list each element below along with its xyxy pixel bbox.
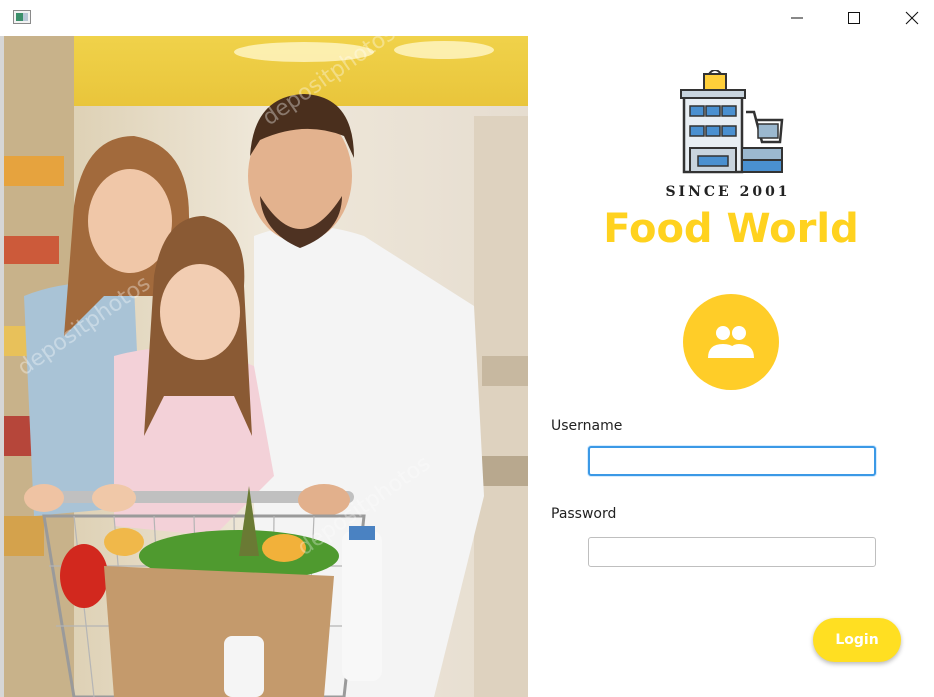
minimize-icon: [791, 17, 803, 19]
login-button[interactable]: Login: [813, 618, 901, 662]
brand-since: SINCE 2001: [665, 184, 791, 200]
close-button[interactable]: [889, 0, 934, 36]
brand-name: Food World: [603, 206, 859, 252]
close-icon: [905, 11, 919, 25]
family-shopping-photo: depositphotos depositphotos depositphoto…: [4, 36, 528, 697]
users-icon: [708, 326, 754, 358]
username-field[interactable]: [588, 446, 876, 476]
maximize-button[interactable]: [831, 0, 877, 36]
password-field[interactable]: [588, 537, 876, 567]
username-label: Username: [551, 418, 623, 434]
password-label: Password: [551, 506, 617, 522]
window-titlebar: [0, 0, 934, 36]
minimize-button[interactable]: [774, 0, 820, 36]
maximize-icon: [848, 12, 860, 24]
store-with-cart-icon: [676, 69, 784, 178]
user-avatar: [683, 294, 779, 390]
app-icon: [13, 10, 31, 24]
